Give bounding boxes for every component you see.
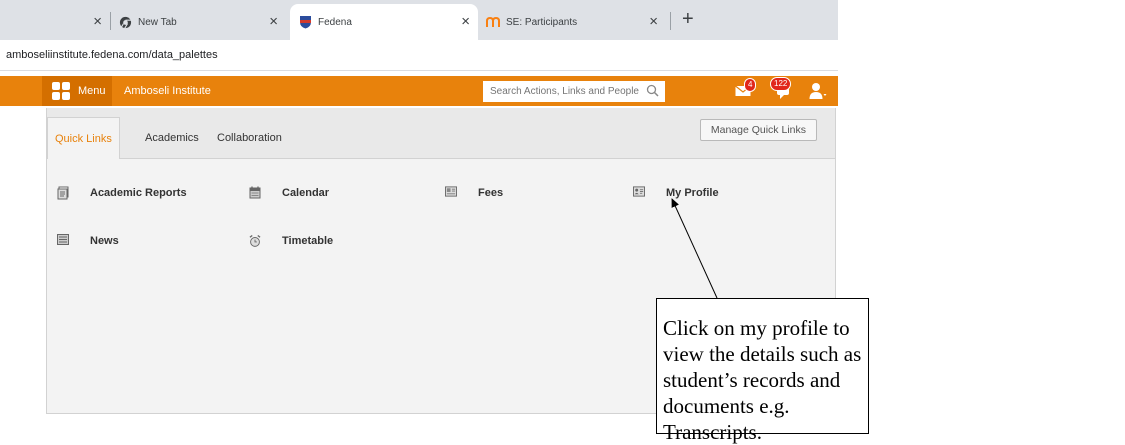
institution-name[interactable]: Amboseli Institute [124, 85, 211, 97]
quick-link-calendar[interactable]: Calendar [249, 186, 329, 200]
tab-title: Fedena [318, 16, 352, 28]
link-label: Academic Reports [90, 187, 187, 199]
tab-quick-links[interactable]: Quick Links [47, 117, 120, 159]
notification-count-badge: 122 [770, 77, 792, 91]
quick-link-news[interactable]: News [57, 234, 119, 248]
mail-count-badge: 4 [744, 78, 757, 92]
moodle-m-icon [486, 15, 500, 29]
link-label: Calendar [282, 187, 330, 199]
search-input[interactable] [483, 82, 640, 101]
quick-link-timetable[interactable]: Timetable [249, 234, 333, 248]
browser-tab-1[interactable]: × [0, 4, 110, 40]
new-tab-button[interactable]: + [682, 9, 694, 29]
link-label: Timetable [282, 235, 334, 247]
close-icon[interactable]: × [649, 14, 658, 29]
menu-label: Menu [78, 85, 106, 97]
search-icon[interactable] [646, 84, 659, 102]
quick-link-fees[interactable]: Fees [445, 186, 503, 200]
quick-link-academic-reports[interactable]: Academic Reports [57, 186, 187, 200]
browser-tab-se-participants[interactable]: SE: Participants × [486, 4, 666, 40]
menu-button[interactable]: Menu [42, 76, 112, 106]
panel-tabs: Quick Links Academics Collaboration Mana… [47, 108, 835, 159]
tab-title: SE: Participants [506, 16, 578, 28]
app-header: Menu Amboseli Institute 4 122 [0, 76, 838, 106]
close-icon[interactable]: × [461, 14, 470, 29]
tab-collaboration[interactable]: Collaboration [217, 118, 282, 158]
close-icon[interactable]: × [93, 14, 102, 29]
grid-icon [52, 82, 70, 100]
calendar-icon [249, 186, 261, 200]
fedena-shield-icon [298, 15, 312, 29]
link-label: My Profile [666, 187, 719, 199]
profile-card-icon [633, 186, 645, 200]
browser-tab-new-tab[interactable]: New Tab × [118, 4, 286, 40]
search-box [483, 81, 665, 102]
alarm-clock-icon [249, 234, 261, 248]
close-icon[interactable]: × [269, 14, 278, 29]
quick-link-my-profile[interactable]: My Profile [633, 186, 719, 200]
address-bar[interactable]: amboseliinstitute.fedena.com/data_palett… [0, 40, 838, 71]
news-icon [57, 234, 69, 248]
fees-icon [445, 186, 457, 200]
chrome-logo-icon [118, 15, 132, 29]
url-text[interactable]: amboseliinstitute.fedena.com/data_palett… [6, 49, 218, 61]
manage-quick-links-button[interactable]: Manage Quick Links [699, 119, 817, 141]
browser-tab-fedena[interactable]: Fedena × [290, 4, 478, 40]
browser-tab-strip: × New Tab × Fedena × SE: Participants × … [0, 0, 838, 40]
tab-title: New Tab [138, 16, 177, 28]
tab-academics[interactable]: Academics [145, 118, 199, 158]
link-label: Fees [478, 187, 504, 199]
tab-separator [110, 12, 111, 30]
annotation-callout: Click on my profile to view the details … [656, 298, 869, 444]
tab-separator [670, 12, 671, 30]
link-label: News [90, 235, 119, 247]
user-icon[interactable] [809, 82, 827, 105]
report-icon [57, 186, 69, 200]
